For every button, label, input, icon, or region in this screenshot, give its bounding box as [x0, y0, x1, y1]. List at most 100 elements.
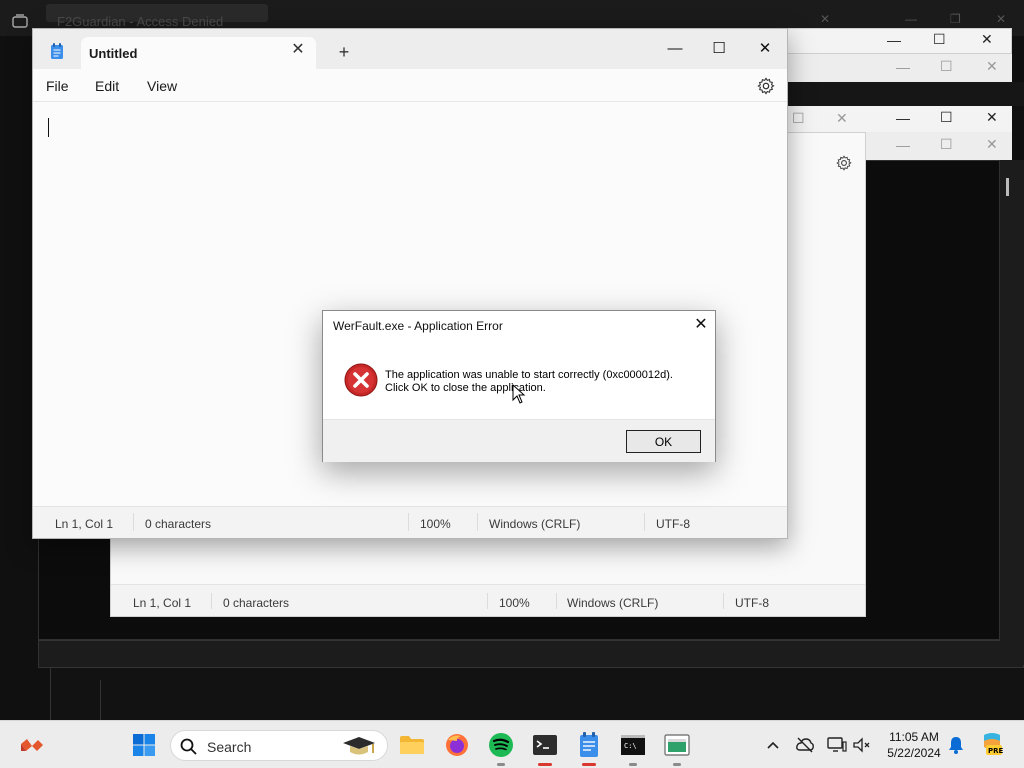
background-divider [100, 680, 101, 720]
close-icon[interactable]: ✕ [742, 34, 788, 64]
windows-start-icon [133, 734, 155, 756]
dialog-message-line1: The application was unable to start corr… [385, 369, 673, 381]
status-divider [408, 513, 409, 531]
background-window-title: F2Guardian - Access Denied [57, 14, 224, 29]
running-indicator [538, 763, 552, 766]
app-icon [664, 734, 690, 756]
chevron-up-icon[interactable] [763, 735, 783, 755]
status-divider [477, 513, 478, 531]
file-explorer-button[interactable] [398, 731, 426, 759]
taskbar-clock[interactable]: 11:05 AM 5/22/2024 [880, 729, 948, 761]
close-icon[interactable]: ✕ [986, 58, 998, 75]
background-window-titlebar-2: — ☐ ✕ [760, 28, 1012, 54]
cloud-off-icon[interactable] [795, 735, 815, 755]
status-encoding[interactable]: UTF-8 [656, 517, 690, 531]
settings-gear-icon[interactable] [757, 77, 775, 95]
status-zoom[interactable]: 100% [420, 517, 451, 531]
status-characters: 0 characters [223, 596, 290, 610]
graduation-cap-icon [343, 737, 375, 755]
text-caret [48, 118, 49, 137]
minimize-icon[interactable]: — [896, 137, 910, 153]
maximize-icon[interactable]: ☐ [792, 110, 805, 127]
status-position: Ln 1, Col 1 [133, 596, 192, 610]
menu-edit[interactable]: Edit [95, 78, 119, 94]
close-icon[interactable]: ✕ [986, 109, 998, 126]
tab-close-icon[interactable]: ✕ [289, 41, 307, 59]
minimize-icon[interactable]: — [887, 32, 901, 48]
background-close-icon: ✕ [820, 12, 831, 26]
maximize-icon[interactable]: ☐ [940, 109, 953, 126]
folder-icon [400, 736, 424, 754]
status-divider [644, 513, 645, 531]
dialog-footer: OK [323, 419, 715, 462]
close-icon[interactable]: ✕ [981, 31, 993, 48]
terminal-icon [533, 735, 557, 755]
minimize-icon[interactable]: — [652, 34, 698, 64]
running-indicator [497, 763, 505, 766]
running-indicator [673, 763, 681, 766]
copilot-pre-icon[interactable]: PRE [980, 731, 1004, 757]
spotify-button[interactable] [487, 731, 515, 766]
status-line-ending[interactable]: Windows (CRLF) [567, 596, 658, 610]
app-button[interactable] [663, 731, 691, 766]
menu-bar: File Edit View [33, 69, 787, 102]
taskbar: Search C:\ 11:05 AM 5/22/2024 PRE [0, 720, 1024, 768]
new-tab-plus-icon[interactable]: + [333, 41, 355, 63]
svg-text:PRE: PRE [988, 747, 1004, 755]
notepad-button[interactable] [575, 731, 603, 766]
minimize-icon[interactable]: — [896, 59, 910, 75]
maximize-icon[interactable]: ☐ [933, 31, 946, 48]
minimize-icon[interactable]: — [896, 110, 910, 126]
tab-title: Untitled [89, 46, 138, 61]
status-position: Ln 1, Col 1 [55, 517, 114, 531]
taskbar-search-box[interactable]: Search [170, 730, 388, 761]
settings-gear-icon[interactable] [836, 155, 852, 171]
error-icon [344, 363, 378, 397]
close-icon[interactable]: ✕ [836, 110, 848, 127]
clock-time: 11:05 AM [889, 730, 939, 744]
background-window-frame [38, 640, 1024, 668]
status-divider [556, 593, 557, 609]
status-encoding[interactable]: UTF-8 [735, 596, 769, 610]
status-divider [133, 513, 134, 531]
widgets-icon [21, 739, 43, 751]
background-window-frame-2 [50, 668, 1024, 720]
background-restore-icon: ❐ [950, 12, 961, 26]
notepad-window: Untitled ✕ + — ☐ ✕ File Edit View Ln 1, … [32, 28, 788, 539]
title-bar[interactable]: Untitled ✕ + — ☐ ✕ [33, 29, 788, 70]
dialog-message: The application was unable to start corr… [385, 369, 673, 395]
terminal-button[interactable] [531, 731, 559, 766]
task-view-icon [12, 14, 28, 28]
firefox-button[interactable] [443, 731, 471, 759]
notepad-icon [580, 732, 598, 757]
display-icon[interactable] [827, 735, 847, 755]
background-scrollbar[interactable] [1000, 160, 1024, 665]
volume-muted-icon[interactable] [852, 735, 872, 755]
dialog-close-icon[interactable]: ✕ [691, 315, 711, 335]
dialog-body: The application was unable to start corr… [323, 343, 715, 419]
notepad-app-icon [51, 43, 63, 59]
status-line-ending[interactable]: Windows (CRLF) [489, 517, 580, 531]
firefox-icon [446, 734, 468, 756]
search-icon [180, 738, 197, 755]
start-button[interactable] [130, 731, 158, 759]
maximize-icon[interactable]: ☐ [940, 136, 953, 153]
tab-untitled[interactable]: Untitled ✕ [81, 37, 316, 70]
status-zoom[interactable]: 100% [499, 596, 530, 610]
widgets-button[interactable] [18, 731, 46, 759]
menu-view[interactable]: View [147, 78, 177, 94]
cmd-icon: C:\ [621, 735, 645, 755]
status-bar: Ln 1, Col 1 0 characters 100% Windows (C… [111, 584, 865, 616]
maximize-icon[interactable]: ☐ [696, 34, 742, 64]
dialog-title: WerFault.exe - Application Error [333, 319, 503, 333]
background-scrollbar-thumb[interactable] [1006, 178, 1009, 196]
close-icon[interactable]: ✕ [986, 136, 998, 153]
status-bar: Ln 1, Col 1 0 characters 100% Windows (C… [33, 506, 787, 538]
cmd-button[interactable]: C:\ [619, 731, 647, 766]
spotify-icon [489, 733, 513, 757]
status-divider [723, 593, 724, 609]
maximize-icon[interactable]: ☐ [940, 58, 953, 75]
notification-bell-icon[interactable] [946, 735, 966, 755]
ok-button[interactable]: OK [626, 430, 701, 453]
menu-file[interactable]: File [46, 78, 69, 94]
